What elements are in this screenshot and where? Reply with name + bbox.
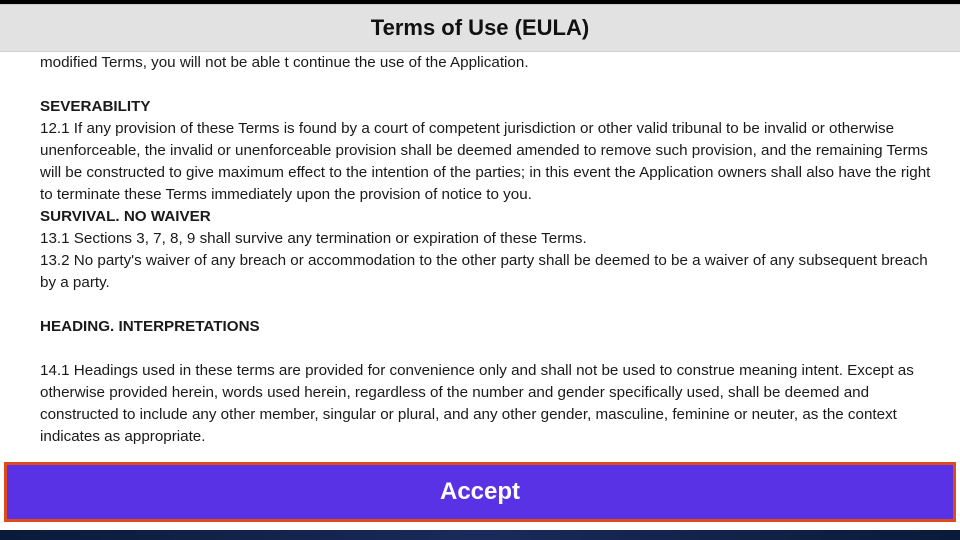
body-text: 12.1 If any provision of these Terms is … [40,118,944,206]
window-bottom-strip [0,530,960,540]
dialog-title: Terms of Use (EULA) [371,15,589,41]
section-head-survival: SURVIVAL. NO WAIVER [40,206,944,228]
blank-line [40,338,944,360]
body-text: 14.1 Headings used in these terms are pr… [40,360,944,448]
blank-line [40,294,944,316]
body-text: 13.2 No party's waiver of any breach or … [40,250,944,294]
eula-scroll-area[interactable]: modified Terms, you will not be able t c… [0,52,960,456]
body-text: modified Terms, you will not be able t c… [40,52,944,74]
dialog-footer: Accept [0,456,960,530]
dialog-header: Terms of Use (EULA) [0,4,960,52]
accept-button[interactable]: Accept [4,462,956,522]
section-head-severability: SEVERABILITY [40,96,944,118]
body-text: 13.1 Sections 3, 7, 8, 9 shall survive a… [40,228,944,250]
accept-button-label: Accept [440,478,520,506]
section-head-heading-interpretations: HEADING. INTERPRETATIONS [40,316,944,338]
blank-line [40,74,944,96]
